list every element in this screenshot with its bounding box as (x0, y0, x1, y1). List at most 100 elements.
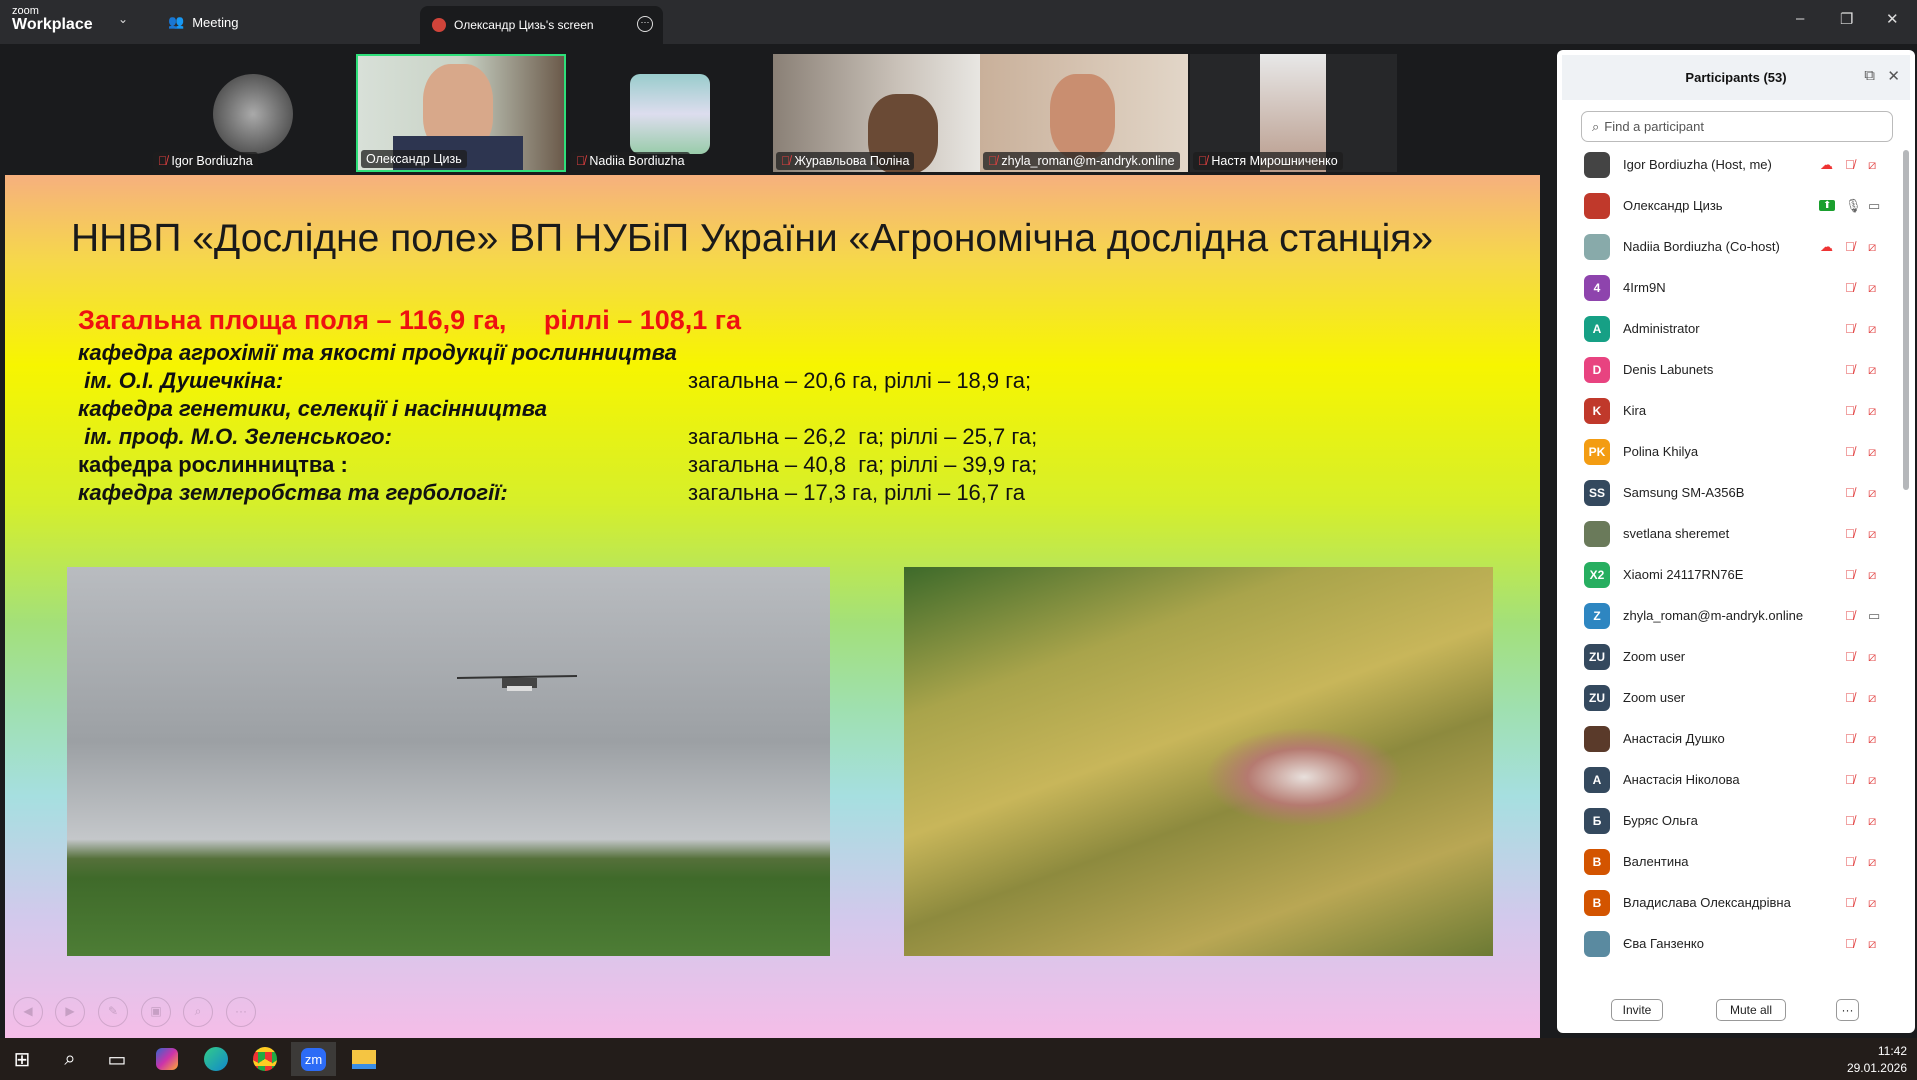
camera-off-icon[interactable]: ⧄ (1868, 649, 1876, 665)
mic-muted-icon[interactable]: 🎙̸ (1845, 444, 1855, 459)
camera-off-icon[interactable]: ⧄ (1868, 936, 1876, 952)
participant-row[interactable]: 4 4Irm9N 🎙̸ ⧄ (1557, 267, 1915, 308)
participant-row[interactable]: Zzhyla_roman@m-andryk.online 🎙̸ ▭ (1557, 595, 1915, 636)
pop-out-icon[interactable]: ⧉ (1864, 67, 1875, 84)
prev-slide-icon[interactable]: ◀ (13, 997, 43, 1027)
camera-off-icon[interactable]: ⧄ (1868, 526, 1876, 542)
mute-all-button[interactable]: Mute all (1716, 999, 1786, 1021)
close-icon[interactable]: ✕ (1887, 67, 1900, 85)
camera-off-icon[interactable]: ⧄ (1868, 403, 1876, 419)
invite-button[interactable]: Invite (1611, 999, 1663, 1021)
camera-off-icon[interactable]: ⧄ (1868, 157, 1876, 173)
copilot-icon[interactable] (147, 1042, 187, 1076)
participant-row[interactable]: A Анастасія Ніколова 🎙̸ ⧄ (1557, 759, 1915, 800)
mic-muted-icon[interactable]: 🎙̸ (1845, 731, 1855, 746)
windows-start-icon[interactable]: ⊞ (2, 1042, 42, 1076)
layout-icon[interactable]: ▣ (141, 997, 171, 1027)
mic-muted-icon[interactable]: 🎙̸ (1845, 485, 1855, 500)
restore-button[interactable]: ❐ (1840, 10, 1853, 28)
video-tile[interactable]: 🎙̸ Nadiia Bordiuzha (568, 54, 773, 172)
camera-icon[interactable]: ▭ (1868, 608, 1880, 624)
more-icon[interactable]: ··· (226, 997, 256, 1027)
mic-muted-icon[interactable]: 🎙̸ (1845, 813, 1855, 828)
crowd-field-photo (904, 567, 1493, 956)
mic-muted-icon[interactable]: 🎙̸ (1845, 403, 1855, 418)
chrome-icon[interactable] (245, 1042, 285, 1076)
scrollbar[interactable] (1903, 150, 1909, 490)
camera-off-icon[interactable]: ⧄ (1868, 731, 1876, 747)
mic-muted-icon[interactable]: 🎙̸ (1845, 567, 1855, 582)
participant-row[interactable]: ZU Zoom user 🎙̸ ⧄ (1557, 677, 1915, 718)
system-clock[interactable]: 11:42 29.01.2026 (1847, 1043, 1907, 1077)
mic-muted-icon[interactable]: 🎙̸ (1845, 772, 1855, 787)
video-tile-active-speaker[interactable]: Олександр Цизь (356, 54, 566, 172)
participant-row[interactable]: A Administrator 🎙̸ ⧄ (1557, 308, 1915, 349)
camera-off-icon[interactable]: ⧄ (1868, 772, 1876, 788)
zoom-app-icon[interactable]: zm (291, 1042, 336, 1076)
meeting-label: Meeting (192, 14, 239, 30)
participant-row[interactable]: SS Samsung SM-A356B 🎙̸ ⧄ (1557, 472, 1915, 513)
camera-off-icon[interactable]: ⧄ (1868, 854, 1876, 870)
mic-muted-icon[interactable]: 🎙̸ (1845, 649, 1855, 664)
mic-muted-icon[interactable]: 🎙̸ (1845, 608, 1855, 623)
participant-row[interactable]: ZU Zoom user 🎙̸ ⧄ (1557, 636, 1915, 677)
mic-muted-icon[interactable]: 🎙̸ (1845, 526, 1855, 541)
camera-off-icon[interactable]: ⧄ (1868, 895, 1876, 911)
zoom-icon[interactable]: ⌕ (183, 997, 213, 1027)
mic-muted-icon[interactable]: 🎙̸ (1845, 690, 1855, 705)
participant-row[interactable]: PK Polina Khilya 🎙̸ ⧄ (1557, 431, 1915, 472)
minimize-button[interactable]: – (1796, 10, 1804, 27)
participant-row[interactable]: svetlana sheremet 🎙̸ ⧄ (1557, 513, 1915, 554)
participant-row[interactable]: Анастасія Душко 🎙̸ ⧄ (1557, 718, 1915, 759)
participant-row[interactable]: X2 Xiaomi 24117RN76E 🎙̸ ⧄ (1557, 554, 1915, 595)
task-view-icon[interactable]: ▭ (97, 1042, 137, 1076)
participant-row[interactable]: K Kira 🎙̸ ⧄ (1557, 390, 1915, 431)
avatar (1584, 233, 1610, 260)
camera-off-icon[interactable]: ⧄ (1868, 362, 1876, 378)
edge-icon[interactable] (196, 1042, 236, 1076)
camera-off-icon[interactable]: ⧄ (1868, 813, 1876, 829)
camera-off-icon[interactable]: ⧄ (1868, 690, 1876, 706)
more-icon[interactable]: ··· (637, 16, 653, 32)
search-icon[interactable]: ⌕ (50, 1042, 90, 1076)
participant-row[interactable]: Єва Ганзенко 🎙̸ ⧄ (1557, 923, 1915, 964)
close-button[interactable]: ✕ (1886, 10, 1899, 28)
video-tile[interactable]: 🎙̸ Журавльова Поліна (773, 54, 980, 172)
screen-share-tab[interactable]: Олександр Цизь's screen ··· (420, 6, 663, 44)
search-input[interactable]: ⌕ Find a participant (1581, 111, 1893, 142)
participant-row[interactable]: Б Буряс Ольга 🎙̸ ⧄ (1557, 800, 1915, 841)
video-tile[interactable]: 🎙̸ Igor Bordiuzha (150, 54, 355, 172)
participant-row[interactable]: В Валентина 🎙̸ ⧄ (1557, 841, 1915, 882)
mic-muted-icon[interactable]: 🎙̸ (1845, 280, 1855, 295)
file-explorer-icon[interactable] (344, 1042, 384, 1076)
camera-off-icon[interactable]: ⧄ (1868, 280, 1876, 296)
mic-muted-icon: 🎙̸ (576, 154, 586, 168)
camera-icon[interactable]: ▭ (1868, 198, 1880, 214)
participant-row[interactable]: Nadiia Bordiuzha (Co-host) ☁ 🎙̸ ⧄ (1557, 226, 1915, 267)
video-tile[interactable]: 🎙̸ zhyla_roman@m-andryk.online (980, 54, 1188, 172)
mic-muted-icon[interactable]: 🎙̸ (1845, 854, 1855, 869)
participant-row[interactable]: В Владислава Олександрівна 🎙̸ ⧄ (1557, 882, 1915, 923)
meeting-tab[interactable]: 👥 Meeting (168, 14, 238, 30)
mic-muted-icon[interactable]: 🎙̸ (1845, 362, 1855, 377)
mic-muted-icon[interactable]: 🎙̸ (1845, 157, 1855, 172)
camera-off-icon[interactable]: ⧄ (1868, 485, 1876, 501)
annotate-icon[interactable]: ✎ (98, 997, 128, 1027)
mic-icon[interactable]: 🎙 (1845, 198, 1862, 214)
camera-off-icon[interactable]: ⧄ (1868, 321, 1876, 337)
more-button[interactable]: ··· (1836, 999, 1859, 1021)
participant-row[interactable]: Олександр Цизь ⬆ 🎙 ▭ (1557, 185, 1915, 226)
camera-off-icon[interactable]: ⧄ (1868, 567, 1876, 583)
next-slide-icon[interactable]: ▶ (55, 997, 85, 1027)
mic-muted-icon[interactable]: 🎙̸ (1845, 321, 1855, 336)
mic-muted-icon[interactable]: 🎙̸ (1845, 895, 1855, 910)
mic-muted-icon[interactable]: 🎙̸ (1845, 936, 1855, 951)
chevron-down-icon[interactable]: ⌄ (118, 12, 128, 26)
camera-off-icon[interactable]: ⧄ (1868, 444, 1876, 460)
camera-off-icon[interactable]: ⧄ (1868, 239, 1876, 255)
participant-row[interactable]: D Denis Labunets 🎙̸ ⧄ (1557, 349, 1915, 390)
participant-row[interactable]: Igor Bordiuzha (Host, me) ☁ 🎙̸ ⧄ (1557, 144, 1915, 185)
video-tile[interactable]: 🎙̸ Настя Мирошниченко (1190, 54, 1397, 172)
mic-muted-icon[interactable]: 🎙̸ (1845, 239, 1855, 254)
participant-name: Denis Labunets (1623, 362, 1714, 377)
